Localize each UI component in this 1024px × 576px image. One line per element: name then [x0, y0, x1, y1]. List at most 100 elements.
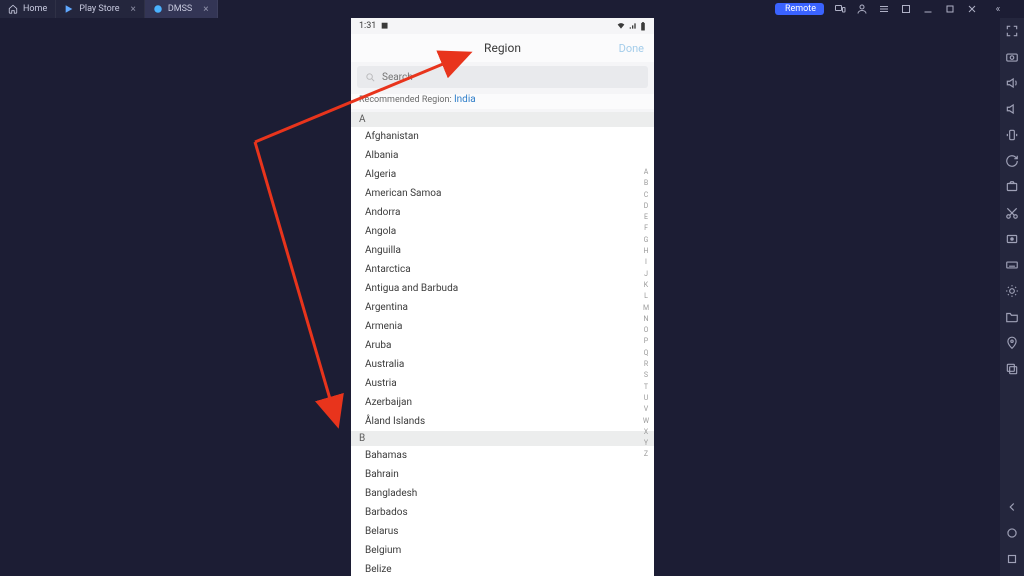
- region-item[interactable]: Belize: [351, 560, 654, 576]
- alpha-letter[interactable]: O: [644, 326, 649, 336]
- cut-icon[interactable]: [1005, 206, 1019, 220]
- fullscreen-icon[interactable]: [1005, 24, 1019, 38]
- tab-home[interactable]: Home: [0, 0, 56, 18]
- region-item[interactable]: Albania: [351, 146, 654, 165]
- alpha-letter[interactable]: N: [644, 315, 649, 325]
- region-item[interactable]: Bangladesh: [351, 484, 654, 503]
- signal-icon: [629, 22, 637, 30]
- alpha-letter[interactable]: P: [644, 337, 648, 347]
- alpha-letter[interactable]: Y: [644, 439, 648, 449]
- close-window-icon[interactable]: [966, 3, 978, 15]
- collapse-right-icon[interactable]: «: [992, 3, 1004, 15]
- alpha-letter[interactable]: H: [644, 247, 649, 257]
- region-item[interactable]: Andorra: [351, 203, 654, 222]
- alpha-letter[interactable]: W: [643, 417, 649, 427]
- region-item[interactable]: Bahrain: [351, 465, 654, 484]
- recommended-link[interactable]: India: [454, 94, 476, 105]
- region-item[interactable]: Argentina: [351, 298, 654, 317]
- alpha-letter[interactable]: D: [644, 202, 649, 212]
- screenshot-icon[interactable]: [1005, 180, 1019, 194]
- brightness-icon[interactable]: [1005, 284, 1019, 298]
- region-item[interactable]: Åland Islands: [351, 412, 654, 431]
- keyboard-icon[interactable]: [1005, 258, 1019, 272]
- region-item[interactable]: Afghanistan: [351, 127, 654, 146]
- rotate-icon[interactable]: [1005, 154, 1019, 168]
- alpha-letter[interactable]: Q: [644, 349, 649, 359]
- alpha-letter[interactable]: J: [644, 270, 648, 280]
- alpha-letter[interactable]: S: [644, 371, 648, 381]
- recommended-region: Recommended Region: India: [351, 94, 654, 109]
- region-item[interactable]: Austria: [351, 374, 654, 393]
- menu-icon[interactable]: [878, 3, 890, 15]
- maximize-icon[interactable]: [944, 3, 956, 15]
- region-item[interactable]: Antigua and Barbuda: [351, 279, 654, 298]
- alpha-letter[interactable]: T: [644, 383, 648, 393]
- alpha-letter[interactable]: A: [644, 168, 649, 178]
- remote-button[interactable]: Remote: [775, 3, 824, 15]
- shake-icon[interactable]: [1005, 128, 1019, 142]
- region-item[interactable]: Armenia: [351, 317, 654, 336]
- copy-icon[interactable]: [1005, 362, 1019, 376]
- device-screen: 1:31 ◼ Region Done Recommended Region: I…: [351, 18, 654, 576]
- alpha-letter[interactable]: M: [643, 304, 649, 314]
- nav-back-icon[interactable]: [1005, 500, 1019, 514]
- region-item[interactable]: Belgium: [351, 541, 654, 560]
- alpha-letter[interactable]: V: [644, 405, 648, 415]
- alpha-letter[interactable]: I: [645, 258, 647, 268]
- record-icon[interactable]: [1005, 232, 1019, 246]
- done-button[interactable]: Done: [619, 42, 644, 55]
- close-icon[interactable]: ×: [130, 4, 135, 15]
- alpha-letter[interactable]: G: [644, 236, 649, 246]
- alpha-letter[interactable]: C: [644, 191, 649, 201]
- recommended-label: Recommended Region:: [359, 95, 452, 105]
- region-item[interactable]: Aruba: [351, 336, 654, 355]
- region-item[interactable]: Belarus: [351, 522, 654, 541]
- close-icon[interactable]: ×: [203, 4, 208, 15]
- region-item[interactable]: Bahamas: [351, 446, 654, 465]
- devices-icon[interactable]: [834, 3, 846, 15]
- workspace: 1:31 ◼ Region Done Recommended Region: I…: [0, 18, 1000, 576]
- minimize-icon[interactable]: [922, 3, 934, 15]
- tab-playstore[interactable]: Play Store ×: [56, 0, 145, 18]
- tab-dmss[interactable]: DMSS ×: [145, 0, 218, 18]
- camera-icon[interactable]: [1005, 50, 1019, 64]
- wifi-icon: [616, 22, 626, 30]
- volume-icon[interactable]: [1005, 76, 1019, 90]
- region-item[interactable]: Angola: [351, 222, 654, 241]
- volume-down-icon[interactable]: [1005, 102, 1019, 116]
- tab-label: Play Store: [79, 4, 119, 14]
- region-item[interactable]: Algeria: [351, 165, 654, 184]
- search-field[interactable]: [357, 66, 648, 88]
- alpha-letter[interactable]: L: [644, 292, 648, 302]
- alpha-letter[interactable]: B: [644, 179, 648, 189]
- location-icon[interactable]: [1005, 336, 1019, 350]
- nav-home-icon[interactable]: [1005, 526, 1019, 540]
- expand-icon[interactable]: [900, 3, 912, 15]
- region-item[interactable]: Antarctica: [351, 260, 654, 279]
- region-list[interactable]: AAfghanistanAlbaniaAlgeriaAmerican Samoa…: [351, 112, 654, 576]
- region-item[interactable]: Barbados: [351, 503, 654, 522]
- home-icon: [8, 4, 18, 14]
- alpha-letter[interactable]: F: [644, 224, 648, 234]
- region-item[interactable]: Azerbaijan: [351, 393, 654, 412]
- dmss-icon: [153, 4, 163, 14]
- alpha-letter[interactable]: K: [644, 281, 648, 291]
- region-item[interactable]: Australia: [351, 355, 654, 374]
- status-icons: [616, 22, 646, 31]
- playstore-icon: [64, 4, 74, 14]
- alpha-letter[interactable]: X: [644, 428, 648, 438]
- alpha-letter[interactable]: R: [644, 360, 648, 370]
- section-header: A: [351, 112, 654, 127]
- region-item[interactable]: American Samoa: [351, 184, 654, 203]
- nav-recent-icon[interactable]: [1005, 552, 1019, 566]
- alpha-letter[interactable]: Z: [644, 450, 648, 460]
- tab-label: DMSS: [168, 4, 192, 14]
- alpha-scroll-index[interactable]: ABCDEFGHIJKLMNOPQRSTUVWXYZ: [641, 168, 651, 460]
- folder-icon[interactable]: [1005, 310, 1019, 324]
- user-icon[interactable]: [856, 3, 868, 15]
- alpha-letter[interactable]: U: [644, 394, 649, 404]
- region-item[interactable]: Anguilla: [351, 241, 654, 260]
- status-bar: 1:31 ◼: [351, 18, 654, 34]
- search-input[interactable]: [382, 72, 640, 83]
- alpha-letter[interactable]: E: [644, 213, 648, 223]
